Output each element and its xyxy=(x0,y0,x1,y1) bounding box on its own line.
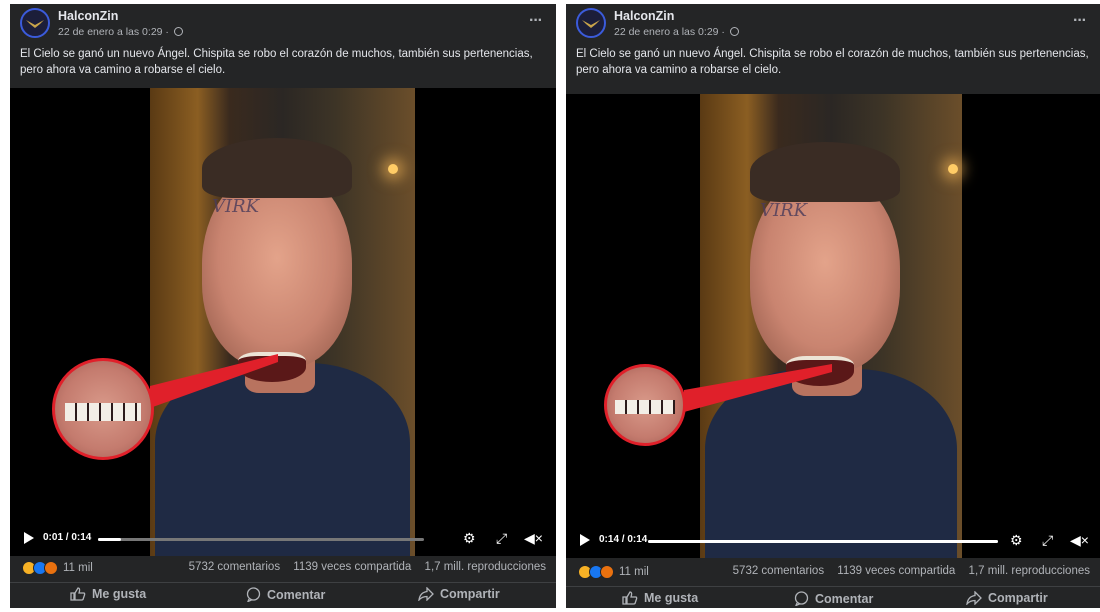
comments-count[interactable]: 5732 comentarios xyxy=(733,565,824,577)
video-frame: VIRK xyxy=(150,88,415,556)
progress-bar[interactable] xyxy=(98,538,424,541)
post-meta: 22 de enero a las 0:29 · xyxy=(58,26,183,38)
progress-bar[interactable] xyxy=(648,540,998,543)
play-icon[interactable] xyxy=(580,534,590,546)
comment-icon xyxy=(246,587,261,602)
video-player[interactable]: VIRK 0:01 / 0:14 ⚙ ⤢ ◀× xyxy=(10,88,556,556)
fullscreen-icon[interactable]: ⤢ xyxy=(496,530,507,546)
video-player[interactable]: VIRK 0:14 / 0:14 ⚙ ⤢ ◀× xyxy=(566,94,1100,558)
hair xyxy=(202,138,352,198)
reactions-count: 11 mil xyxy=(619,566,649,578)
like-label: Me gusta xyxy=(92,587,147,601)
share-button[interactable]: Compartir xyxy=(418,587,500,601)
globe-icon xyxy=(729,27,739,36)
stat-right: 5732 comentarios 1139 veces compartida 1… xyxy=(179,561,546,573)
post-header: HalconZin 22 de enero a las 0:29 · ··· xyxy=(10,4,556,44)
reactions[interactable]: 11 mil xyxy=(578,565,649,579)
comment-label: Comentar xyxy=(267,587,326,602)
video-time: 0:14 / 0:14 xyxy=(599,534,648,545)
reactions[interactable]: 11 mil xyxy=(22,561,93,575)
more-icon[interactable]: ··· xyxy=(1073,12,1087,30)
stat-right: 5732 comentarios 1139 veces compartida 1… xyxy=(723,565,1090,577)
play-icon[interactable] xyxy=(24,532,34,544)
mute-icon[interactable]: ◀× xyxy=(1070,532,1089,548)
post-meta: 22 de enero a las 0:29 · xyxy=(614,26,739,38)
share-icon xyxy=(966,591,982,605)
progress-fill xyxy=(98,538,121,541)
video-time: 0:01 / 0:14 xyxy=(43,532,92,543)
avatar-falcon-icon xyxy=(582,20,600,28)
like-icon xyxy=(70,587,86,601)
progress-fill xyxy=(648,540,998,543)
settings-icon[interactable]: ⚙ xyxy=(1010,532,1023,548)
author-name[interactable]: HalconZin xyxy=(614,9,674,23)
video-controls: 0:14 / 0:14 ⚙ ⤢ ◀× xyxy=(566,530,1100,552)
street-light xyxy=(948,164,958,174)
shares-count[interactable]: 1139 veces compartida xyxy=(293,561,411,573)
share-label: Compartir xyxy=(440,587,500,601)
post-date[interactable]: 22 de enero a las 0:29 xyxy=(58,26,163,38)
like-label: Me gusta xyxy=(644,591,699,605)
avatar[interactable] xyxy=(576,8,606,38)
comment-button[interactable]: Comentar xyxy=(794,591,873,606)
like-button[interactable]: Me gusta xyxy=(70,587,146,601)
zoom-circle xyxy=(52,358,154,460)
reactions-count: 11 mil xyxy=(63,562,93,574)
zoom-circle xyxy=(604,364,686,446)
street-light xyxy=(388,164,398,174)
forehead-tattoo: VIRK xyxy=(212,196,260,217)
globe-icon xyxy=(173,27,183,36)
zoom-arrow xyxy=(684,364,832,412)
comment-button[interactable]: Comentar xyxy=(246,587,325,602)
share-label: Compartir xyxy=(988,591,1048,605)
comments-count[interactable]: 5732 comentarios xyxy=(189,561,280,573)
comment-icon xyxy=(794,591,809,606)
post-stats: 11 mil 5732 comentarios 1139 veces compa… xyxy=(566,563,1100,583)
post-actions: Me gusta Comentar Compartir xyxy=(566,586,1100,608)
comment-label: Comentar xyxy=(815,591,874,606)
post-header: HalconZin 22 de enero a las 0:29 · ··· xyxy=(566,4,1100,44)
post-caption: El Cielo se ganó un nuevo Ángel. Chispit… xyxy=(20,48,533,76)
shares-count[interactable]: 1139 veces compartida xyxy=(837,565,955,577)
like-button[interactable]: Me gusta xyxy=(622,591,698,605)
video-controls: 0:01 / 0:14 ⚙ ⤢ ◀× xyxy=(10,528,556,550)
views-count: 1,7 mill. reproducciones xyxy=(968,565,1090,577)
hair xyxy=(750,142,900,202)
fullscreen-icon[interactable]: ⤢ xyxy=(1042,532,1053,548)
date-separator: · xyxy=(165,26,169,38)
zoom-teeth xyxy=(614,400,676,415)
zoom-arrow xyxy=(150,354,278,408)
zoom-teeth xyxy=(64,403,142,421)
more-icon[interactable]: ··· xyxy=(529,12,543,30)
mute-icon[interactable]: ◀× xyxy=(524,530,543,546)
video-frame: VIRK xyxy=(700,94,962,558)
settings-icon[interactable]: ⚙ xyxy=(463,530,476,546)
forehead-tattoo: VIRK xyxy=(760,200,808,221)
avatar[interactable] xyxy=(20,8,50,38)
author-name[interactable]: HalconZin xyxy=(58,9,118,23)
share-icon xyxy=(418,587,434,601)
angry-icon xyxy=(44,561,58,575)
share-button[interactable]: Compartir xyxy=(966,591,1048,605)
post-caption: El Cielo se ganó un nuevo Ángel. Chispit… xyxy=(576,48,1089,76)
post-card-right: HalconZin 22 de enero a las 0:29 · ··· E… xyxy=(566,4,1100,608)
post-date[interactable]: 22 de enero a las 0:29 xyxy=(614,26,719,38)
avatar-falcon-icon xyxy=(26,20,44,28)
post-stats: 11 mil 5732 comentarios 1139 veces compa… xyxy=(10,559,556,579)
views-count: 1,7 mill. reproducciones xyxy=(424,561,546,573)
like-icon xyxy=(622,591,638,605)
post-actions: Me gusta Comentar Compartir xyxy=(10,582,556,604)
date-separator: · xyxy=(721,26,725,38)
post-card-left: HalconZin 22 de enero a las 0:29 · ··· E… xyxy=(10,4,556,608)
angry-icon xyxy=(600,565,614,579)
